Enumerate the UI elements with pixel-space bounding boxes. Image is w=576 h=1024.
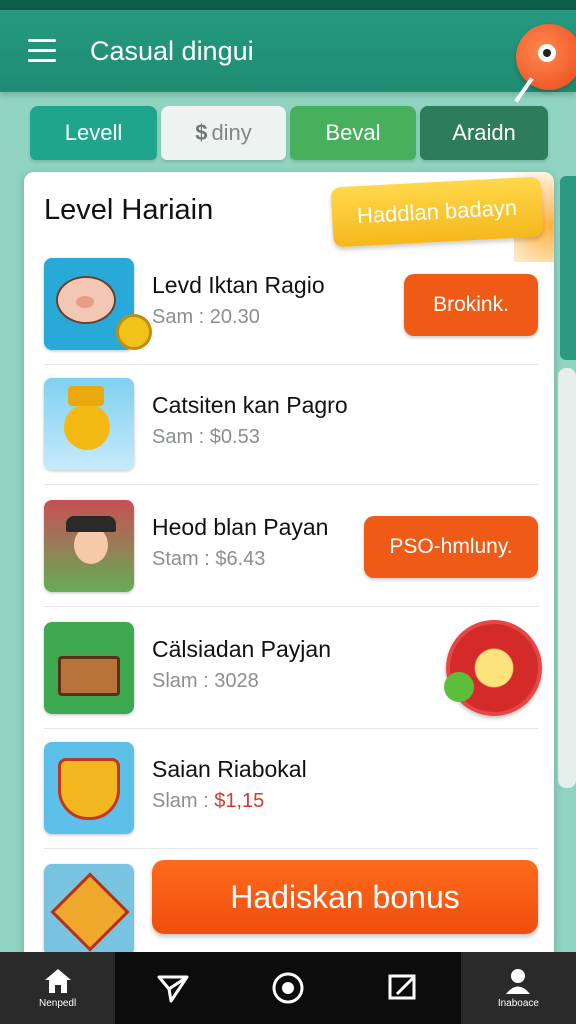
tab-levell[interactable]: Levell (30, 106, 157, 160)
tab-diny[interactable]: $ diny (161, 106, 286, 160)
nav-home[interactable]: Nenpedl (0, 952, 116, 1024)
list-item[interactable]: Catsiten kan Pagro Sam : $0.53 (44, 378, 538, 498)
nav-label: Inaboace (497, 998, 539, 1009)
star-badge-icon (44, 864, 134, 956)
nav-circle[interactable] (230, 952, 345, 1024)
coin-icon (116, 314, 152, 350)
divider (44, 848, 538, 849)
menu-icon[interactable] (28, 39, 56, 62)
tab-label: diny (211, 120, 252, 145)
card-title: Level Hariain (44, 194, 214, 226)
highlight-button[interactable]: Haddlan badayn (330, 176, 544, 248)
item-action-button[interactable]: Brokink. (404, 274, 538, 336)
app-bar: Casual dingui (0, 10, 576, 103)
mascot-icon[interactable] (514, 24, 576, 103)
item-stat: Sam : 20.30 (152, 306, 260, 328)
level-card: Level Hariain Haddlan badayn Levd Iktan … (24, 172, 554, 962)
shield-badge-icon (44, 742, 134, 834)
divider (44, 364, 538, 365)
tab-label: Levell (64, 120, 123, 145)
list-item[interactable]: Heod blan Payan Stam : $6.43 PSO-hmluny. (44, 500, 538, 620)
tab-araidn[interactable]: Araidn (420, 106, 548, 160)
tab-beval[interactable]: Beval (290, 106, 416, 160)
bonus-button[interactable]: Hadiskan bonus (152, 860, 538, 934)
item-action-button[interactable]: PSO-hmluny. (364, 516, 538, 578)
home-icon (44, 969, 71, 993)
duck-hat-icon (44, 378, 134, 470)
item-name: Catsiten kan Pagro (152, 392, 348, 418)
item-stat: Slam : $1,15 (152, 790, 264, 813)
item-stat: Slam : 3028 (152, 670, 259, 692)
divider (44, 728, 538, 729)
tab-label: Araidn (452, 120, 516, 145)
treasure-chest-icon (44, 622, 134, 714)
item-name: Heod blan Payan (152, 514, 329, 540)
nav-edit[interactable] (346, 952, 461, 1024)
divider (44, 606, 538, 607)
bottom-nav: Nenpedl Inaboace (0, 952, 576, 1024)
item-stat: Sam : $0.53 (152, 426, 260, 448)
app-title: Casual dingui (90, 36, 254, 66)
item-stat-value: $1,15 (214, 790, 265, 812)
tab-bar: Levell $ diny Beval Araidn (30, 106, 548, 162)
edit-icon (388, 974, 416, 1000)
nav-send[interactable] (115, 952, 230, 1024)
profile-icon (506, 969, 531, 994)
item-stat: Stam : $6.43 (152, 548, 266, 570)
list-item[interactable]: Levd Iktan Ragio Sam : 20.30 Brokink. (44, 258, 538, 378)
scrollbar[interactable] (558, 368, 576, 788)
item-stat-label: Slam : (152, 790, 215, 812)
side-panel-edge (560, 176, 576, 360)
nav-label: Nenpedl (38, 998, 77, 1009)
circle-icon (272, 972, 304, 1004)
item-name: Cälsiadan Payjan (152, 636, 332, 662)
tab-label: Beval (325, 120, 381, 145)
nav-profile[interactable]: Inaboace (460, 952, 576, 1024)
item-name: Saian Riabokal (152, 756, 307, 782)
item-name: Levd Iktan Ragio (152, 272, 325, 298)
list-item[interactable]: Saian Riabokal Slam : $1,15 (44, 742, 538, 862)
cowboy-icon (44, 500, 134, 592)
dollar-icon: $ (195, 120, 208, 145)
lucky-seal-icon[interactable] (444, 620, 542, 716)
divider (44, 484, 538, 485)
status-bar (0, 0, 576, 10)
send-icon (157, 975, 189, 1003)
